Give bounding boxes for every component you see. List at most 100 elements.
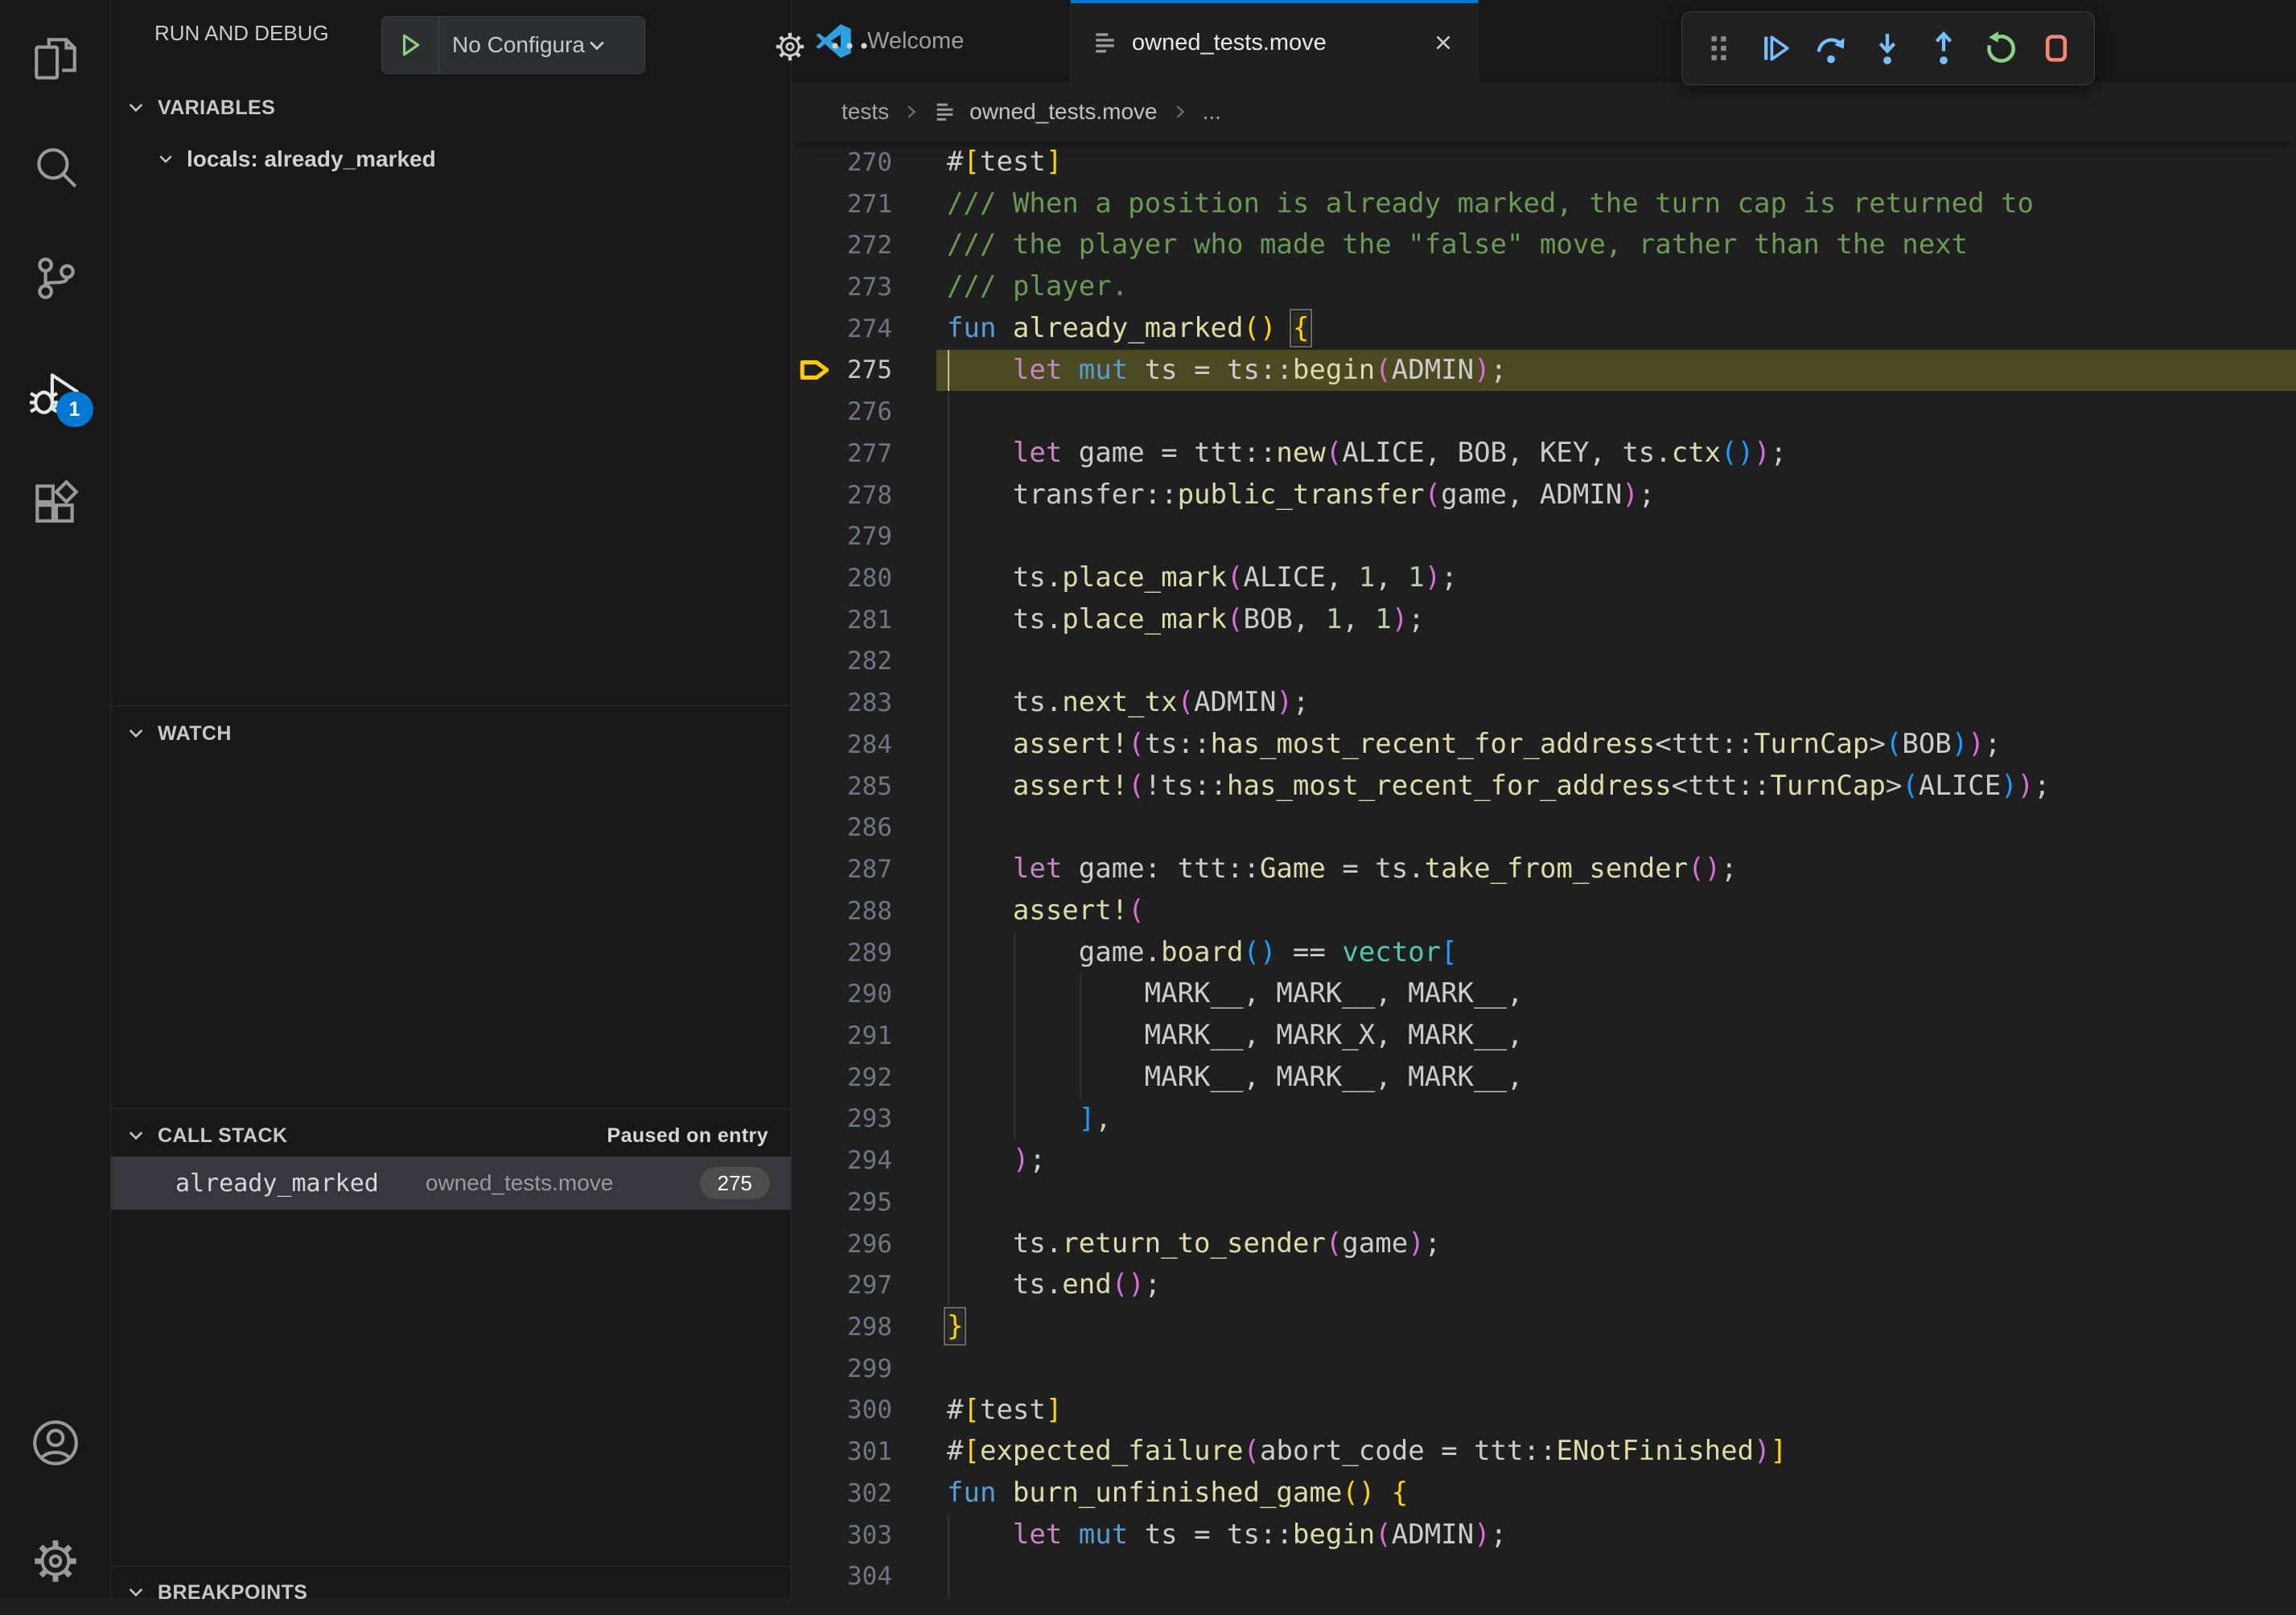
code-line-280[interactable]: 280 ts.place_mark(ALICE, 1, 1); — [792, 557, 2296, 599]
code-line-284[interactable]: 284 assert!(ts::has_most_recent_for_addr… — [792, 724, 2296, 766]
breakpoints-section-header[interactable]: BREAKPOINTS — [111, 1570, 791, 1615]
gutter-line-288[interactable]: 288 — [792, 890, 947, 932]
code-line-content[interactable]: /// player. — [947, 266, 2296, 308]
code-line-content[interactable]: MARK__, MARK_X, MARK__, — [947, 1015, 2296, 1057]
extensions-icon[interactable] — [29, 475, 82, 528]
stack-frame-row[interactable]: already_marked owned_tests.move 275 — [111, 1157, 791, 1210]
code-line-content[interactable]: game.board() == vector[ — [947, 932, 2296, 974]
code-line-297[interactable]: 297 ts.end(); — [792, 1264, 2296, 1306]
code-line-content[interactable] — [947, 516, 2296, 557]
code-line-293[interactable]: 293 ], — [792, 1099, 2296, 1140]
breadcrumb-folder[interactable]: tests — [841, 99, 889, 125]
gutter-line-301[interactable]: 301 — [792, 1431, 947, 1473]
gutter-line-300[interactable]: 300 — [792, 1390, 947, 1432]
watch-section-header[interactable]: WATCH — [111, 711, 791, 756]
continue-button[interactable] — [1750, 22, 1800, 75]
start-debug-icon[interactable] — [382, 17, 439, 73]
gutter-line-271[interactable]: 271 — [792, 183, 947, 225]
code-line-270[interactable]: 270#[test] — [792, 142, 2296, 183]
gutter-line-303[interactable]: 303 — [792, 1514, 947, 1556]
code-line-content[interactable]: let mut ts = ts::begin(ADMIN); — [947, 1514, 2296, 1556]
code-line-content[interactable] — [947, 808, 2296, 849]
code-line-285[interactable]: 285 assert!(!ts::has_most_recent_for_add… — [792, 766, 2296, 808]
debug-configuration-dropdown[interactable]: No Configura — [381, 16, 645, 74]
code-line-302[interactable]: 302fun burn_unfinished_game() { — [792, 1473, 2296, 1514]
gutter-line-282[interactable]: 282 — [792, 641, 947, 683]
code-line-275[interactable]: 275 let mut ts = ts::begin(ADMIN); — [792, 350, 2296, 392]
code-line-content[interactable]: } — [947, 1306, 2296, 1348]
search-icon[interactable] — [29, 142, 82, 195]
gutter-line-291[interactable]: 291 — [792, 1015, 947, 1057]
gutter-line-272[interactable]: 272 — [792, 224, 947, 266]
breadcrumb-symbol-more[interactable]: ... — [1203, 99, 1221, 125]
code-line-290[interactable]: 290 MARK__, MARK__, MARK__, — [792, 973, 2296, 1015]
step-into-button[interactable] — [1862, 22, 1912, 75]
code-line-291[interactable]: 291 MARK__, MARK_X, MARK__, — [792, 1015, 2296, 1057]
code-line-281[interactable]: 281 ts.place_mark(BOB, 1, 1); — [792, 599, 2296, 641]
gutter-line-296[interactable]: 296 — [792, 1223, 947, 1265]
code-line-content[interactable]: ts.return_to_sender(game); — [947, 1223, 2296, 1265]
gutter-line-274[interactable]: 274 — [792, 308, 947, 350]
code-line-content[interactable]: fun already_marked() { — [947, 308, 2296, 350]
locals-scope-row[interactable]: locals: already_marked — [111, 137, 791, 182]
gutter-line-299[interactable]: 299 — [792, 1348, 947, 1390]
variables-section-header[interactable]: VARIABLES — [111, 85, 791, 130]
gutter-line-297[interactable]: 297 — [792, 1264, 947, 1306]
code-line-content[interactable]: ts.place_mark(BOB, 1, 1); — [947, 599, 2296, 641]
code-line-286[interactable]: 286 — [792, 808, 2296, 849]
gutter-line-280[interactable]: 280 — [792, 557, 947, 599]
code-line-content[interactable]: ts.next_tx(ADMIN); — [947, 682, 2296, 724]
code-line-content[interactable]: #[test] — [947, 142, 2296, 183]
settings-gear-icon[interactable] — [29, 1535, 82, 1588]
breadcrumb-file[interactable]: owned_tests.move — [969, 99, 1157, 125]
gutter-line-284[interactable]: 284 — [792, 724, 947, 766]
gutter-line-293[interactable]: 293 — [792, 1099, 947, 1140]
code-line-283[interactable]: 283 ts.next_tx(ADMIN); — [792, 682, 2296, 724]
gutter-line-298[interactable]: 298 — [792, 1306, 947, 1348]
code-line-300[interactable]: 300#[test] — [792, 1390, 2296, 1432]
code-line-content[interactable] — [947, 1555, 2296, 1597]
code-line-content[interactable]: /// the player who made the "false" move… — [947, 224, 2296, 266]
gutter-line-275[interactable]: 275 — [792, 350, 947, 392]
gutter-line-278[interactable]: 278 — [792, 475, 947, 516]
code-line-288[interactable]: 288 assert!( — [792, 890, 2296, 932]
code-line-294[interactable]: 294 ); — [792, 1140, 2296, 1181]
code-line-content[interactable]: /// When a position is already marked, t… — [947, 183, 2296, 225]
code-editor[interactable]: 270#[test]271/// When a position is alre… — [792, 142, 2296, 1597]
code-line-content[interactable]: MARK__, MARK__, MARK__, — [947, 1057, 2296, 1099]
gutter-line-285[interactable]: 285 — [792, 766, 947, 808]
gutter-line-279[interactable]: 279 — [792, 516, 947, 557]
code-line-content[interactable] — [947, 391, 2296, 433]
code-line-273[interactable]: 273/// player. — [792, 266, 2296, 308]
debug-settings-gear-icon[interactable] — [772, 29, 808, 64]
code-line-304[interactable]: 304 — [792, 1555, 2296, 1597]
step-over-button[interactable] — [1806, 22, 1856, 75]
close-icon[interactable] — [1431, 31, 1455, 55]
toolbar-grip-handle[interactable] — [1693, 22, 1743, 75]
code-line-277[interactable]: 277 let game = ttt::new(ALICE, BOB, KEY,… — [792, 433, 2296, 475]
code-line-278[interactable]: 278 transfer::public_transfer(game, ADMI… — [792, 475, 2296, 516]
code-line-296[interactable]: 296 ts.return_to_sender(game); — [792, 1223, 2296, 1265]
code-line-274[interactable]: 274fun already_marked() { — [792, 308, 2296, 350]
gutter-line-294[interactable]: 294 — [792, 1140, 947, 1181]
code-line-content[interactable]: ts.end(); — [947, 1264, 2296, 1306]
code-line-301[interactable]: 301#[expected_failure(abort_code = ttt::… — [792, 1431, 2296, 1473]
gutter-line-281[interactable]: 281 — [792, 599, 947, 641]
code-line-299[interactable]: 299 — [792, 1348, 2296, 1390]
gutter-line-289[interactable]: 289 — [792, 932, 947, 974]
gutter-line-276[interactable]: 276 — [792, 391, 947, 433]
code-line-287[interactable]: 287 let game: ttt::Game = ts.take_from_s… — [792, 849, 2296, 890]
gutter-line-273[interactable]: 273 — [792, 266, 947, 308]
code-line-content[interactable]: assert!(ts::has_most_recent_for_address<… — [947, 724, 2296, 766]
code-line-content[interactable]: assert!(!ts::has_most_recent_for_address… — [947, 766, 2296, 808]
code-line-content[interactable]: transfer::public_transfer(game, ADMIN); — [947, 475, 2296, 516]
account-icon[interactable] — [29, 1416, 82, 1469]
run-and-debug-icon[interactable]: 1 — [29, 366, 82, 419]
code-line-303[interactable]: 303 let mut ts = ts::begin(ADMIN); — [792, 1514, 2296, 1556]
code-line-content[interactable]: let game = ttt::new(ALICE, BOB, KEY, ts.… — [947, 433, 2296, 475]
code-line-content[interactable] — [947, 641, 2296, 683]
more-actions-icon[interactable] — [829, 39, 870, 53]
source-control-icon[interactable] — [29, 252, 82, 305]
code-line-271[interactable]: 271/// When a position is already marked… — [792, 183, 2296, 225]
code-line-content[interactable] — [947, 1181, 2296, 1223]
